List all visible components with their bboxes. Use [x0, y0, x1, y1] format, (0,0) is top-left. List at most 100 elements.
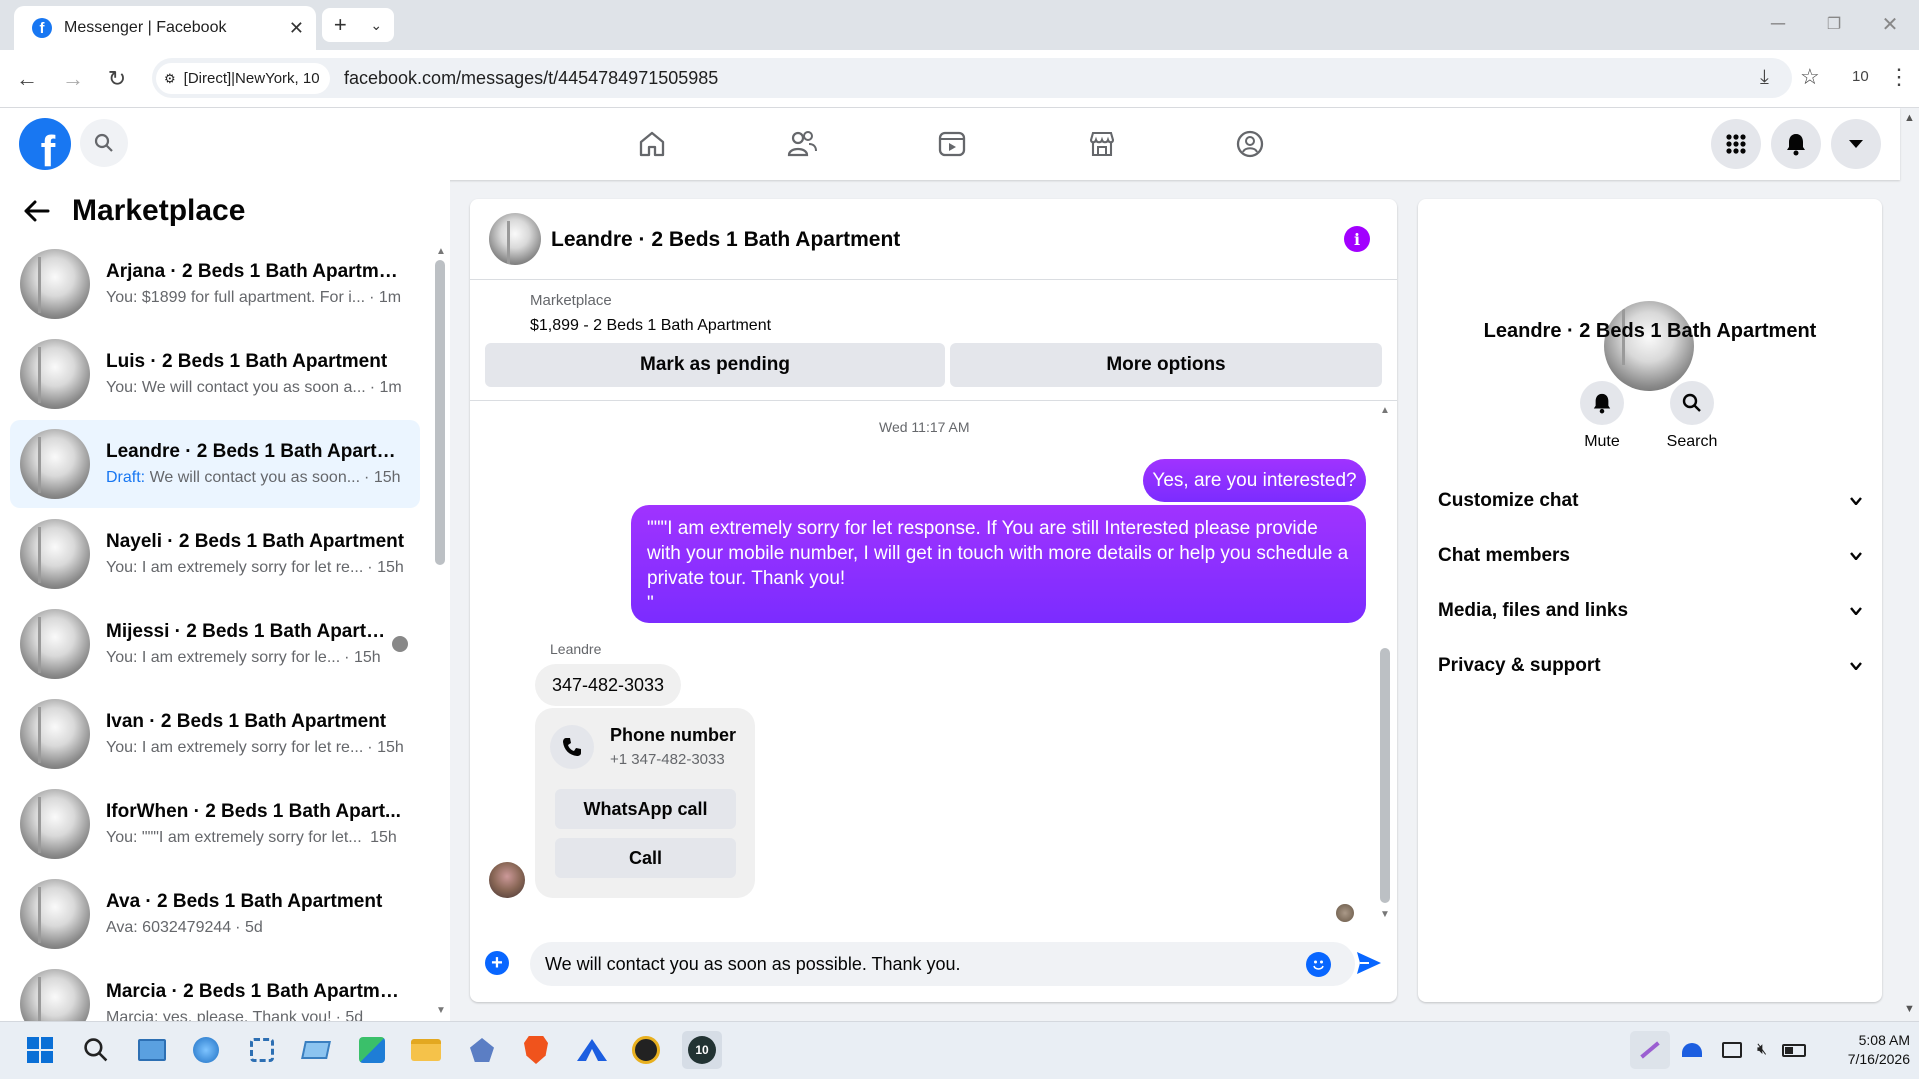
info-avatar[interactable] [1604, 301, 1694, 391]
forward-icon[interactable]: → [58, 64, 88, 94]
minimize-window-icon[interactable]: ─ [1766, 12, 1790, 36]
chat-scroll-down-icon[interactable]: ▼ [1380, 909, 1390, 920]
conversation-item[interactable]: Marcia · 2 Beds 1 Bath Apartment Marcia:… [10, 963, 420, 1021]
whatsapp-call-button[interactable]: WhatsApp call [555, 789, 736, 829]
site-info-chip[interactable]: ⚙ [Direct]|NewYork, 10 [156, 63, 330, 94]
tray-vpn-icon[interactable] [1672, 1031, 1712, 1069]
video-icon[interactable] [932, 124, 972, 164]
tab-search-chevron-icon[interactable]: ⌄ [370, 17, 382, 34]
conversation-item[interactable]: Luis · 2 Beds 1 Bath Apartment You: We w… [10, 333, 420, 415]
windows-start-icon[interactable] [20, 1031, 60, 1069]
back-arrow-icon[interactable] [24, 200, 50, 222]
phone-card-title: Phone number [610, 725, 737, 745]
conversation-preview: You: We will contact you as soon a... [106, 379, 366, 396]
facebook-logo-icon[interactable]: f [19, 118, 71, 170]
conversation-name: Luis · 2 Beds 1 Bath Apartment [106, 351, 388, 372]
home-icon[interactable] [632, 124, 672, 164]
taskbar-clock[interactable]: 5:08 AM 7/16/2026 [1820, 1031, 1910, 1069]
seen-avatar [392, 636, 408, 652]
chat-listing-avatar[interactable] [489, 213, 541, 265]
privacy-support-section[interactable]: Privacy & support [1438, 646, 1862, 686]
address-bar-row: ← → ↻ ⚙ [Direct]|NewYork, 10 facebook.co… [0, 50, 1919, 108]
conversation-item-active[interactable]: Leandre · 2 Beds 1 Bath Apartme... Draft… [10, 420, 420, 508]
chat-members-section[interactable]: Chat members [1438, 536, 1862, 576]
add-attachment-icon[interactable]: + [485, 951, 509, 975]
browser-tab[interactable]: f Messenger | Facebook ✕ [14, 6, 316, 50]
header-divider [470, 279, 1397, 280]
facebook-favicon-icon: f [32, 18, 52, 38]
notifications-bell-icon[interactable] [1771, 119, 1821, 169]
search-conversation-icon[interactable] [1670, 381, 1714, 425]
marketplace-icon[interactable] [1082, 124, 1122, 164]
emoji-icon[interactable] [1306, 952, 1331, 977]
back-icon[interactable]: ← [12, 64, 42, 94]
gaming-icon[interactable] [1230, 124, 1270, 164]
profile-badge[interactable]: 10 [1852, 68, 1869, 85]
close-tab-icon[interactable]: ✕ [289, 18, 304, 39]
composer-text: We will contact you as soon as possible.… [545, 954, 961, 974]
remote-desktop-icon[interactable] [296, 1031, 336, 1069]
conversation-time: · 5d [335, 1009, 364, 1021]
account-dropdown-icon[interactable] [1831, 119, 1881, 169]
more-options-button[interactable]: More options [950, 343, 1382, 387]
scroll-down-icon[interactable]: ▼ [436, 1005, 446, 1016]
menu-grid-icon[interactable] [1711, 119, 1761, 169]
sender-avatar[interactable] [489, 862, 525, 898]
section-label: Media, files and links [1438, 600, 1629, 621]
file-explorer-icon[interactable] [406, 1031, 446, 1069]
customize-chat-section[interactable]: Customize chat [1438, 481, 1862, 521]
battery-icon[interactable] [1774, 1031, 1814, 1069]
listing-title[interactable]: $1,899 - 2 Beds 1 Bath Apartment [530, 317, 771, 335]
crossover-icon[interactable] [626, 1031, 666, 1069]
taskbar-search-icon[interactable] [76, 1031, 116, 1069]
conversation-item[interactable]: Nayeli · 2 Beds 1 Bath Apartment You: I … [10, 513, 420, 595]
sidebar-scrollbar-thumb[interactable] [435, 260, 445, 565]
close-window-icon[interactable]: ✕ [1878, 12, 1902, 36]
pen-icon[interactable] [1630, 1031, 1670, 1069]
mark-as-pending-button[interactable]: Mark as pending [485, 343, 945, 387]
send-icon[interactable] [1355, 950, 1383, 976]
conversation-item[interactable]: Ava · 2 Beds 1 Bath Apartment Ava: 60324… [10, 873, 420, 955]
conversation-item[interactable]: Mijessi · 2 Beds 1 Bath Apartm... You: I… [10, 603, 420, 685]
listing-avatar [20, 429, 90, 499]
conversation-item[interactable]: IforWhen · 2 Beds 1 Bath Apart... You: "… [10, 783, 420, 865]
outgoing-message[interactable]: Yes, are you interested? [1143, 459, 1366, 502]
network-tool-icon[interactable] [462, 1031, 502, 1069]
page-scroll-up-icon[interactable]: ▲ [1904, 112, 1915, 124]
install-app-icon[interactable]: ⤓ [1760, 66, 1769, 89]
mute-bell-icon[interactable] [1580, 381, 1624, 425]
listing-avatar [20, 969, 90, 1021]
chat-scrollbar-thumb[interactable] [1380, 648, 1390, 903]
bookmark-star-icon[interactable]: ☆ [1800, 64, 1820, 90]
friends-icon[interactable] [782, 124, 822, 164]
listing-avatar [20, 609, 90, 679]
brave-browser-icon[interactable] [516, 1031, 556, 1069]
chat-header-title[interactable]: Leandre · 2 Beds 1 Bath Apartment [551, 228, 900, 252]
network-globe-icon[interactable] [186, 1031, 226, 1069]
conversation-name: Mijessi · 2 Beds 1 Bath Apartm... [106, 621, 392, 642]
new-tab-icon[interactable]: + [334, 12, 347, 38]
url-text[interactable]: facebook.com/messages/t/4454784971505985 [344, 68, 718, 89]
page-scroll-down-icon[interactable]: ▼ [1904, 1003, 1915, 1015]
conversation-name: Ava · 2 Beds 1 Bath Apartment [106, 891, 383, 912]
media-files-links-section[interactable]: Media, files and links [1438, 591, 1862, 631]
search-icon[interactable] [80, 119, 128, 167]
active-browser-icon[interactable]: 10 [682, 1031, 722, 1069]
chat-scroll-up-icon[interactable]: ▲ [1380, 405, 1390, 416]
info-icon[interactable]: i [1344, 226, 1370, 252]
conversation-time: · 5d [235, 919, 263, 936]
outgoing-message[interactable]: """I am extremely sorry for let response… [631, 505, 1366, 623]
restore-window-icon[interactable]: ❐ [1822, 12, 1846, 36]
incoming-message[interactable]: 347-482-3033 [535, 664, 681, 706]
reload-icon[interactable]: ↻ [102, 64, 132, 94]
conversation-item[interactable]: Arjana · 2 Beds 1 Bath Apartment You: $1… [10, 243, 420, 325]
conversation-item[interactable]: Ivan · 2 Beds 1 Bath Apartment You: I am… [10, 693, 420, 775]
scroll-up-icon[interactable]: ▲ [436, 246, 446, 257]
chevron-down-icon [1850, 497, 1862, 505]
app-grid-icon[interactable] [352, 1031, 392, 1069]
browser-menu-icon[interactable]: ⋮ [1888, 64, 1910, 90]
vpn-arc-icon[interactable] [572, 1031, 612, 1069]
control-panel-icon[interactable] [132, 1031, 172, 1069]
snipping-tool-icon[interactable] [242, 1031, 282, 1069]
call-button[interactable]: Call [555, 838, 736, 878]
